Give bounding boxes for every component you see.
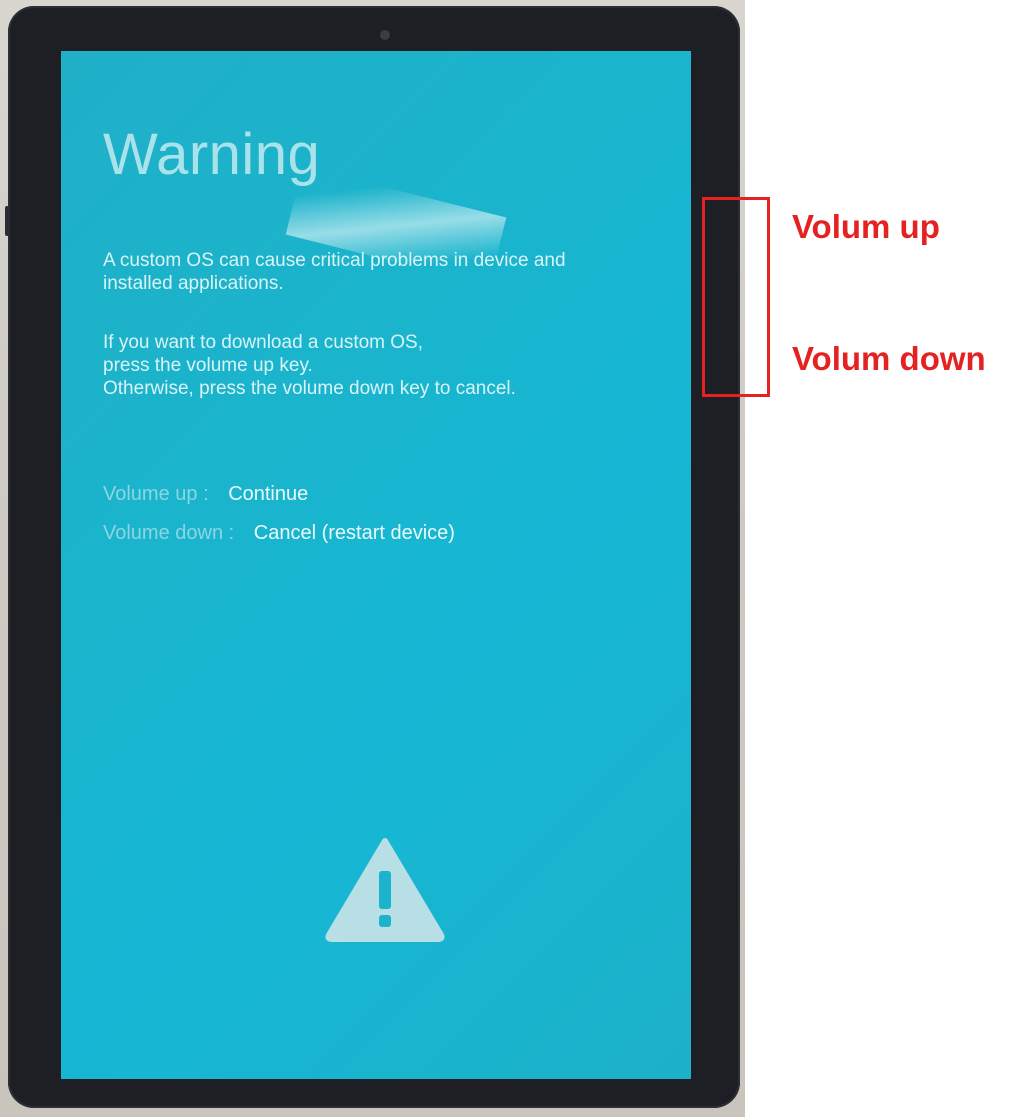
warning-message: A custom OS can cause critical problems … (103, 250, 566, 294)
page-title: Warning (103, 122, 321, 187)
option-key-label: Volume up : (103, 483, 209, 505)
option-cancel[interactable]: Cancel (restart device) (254, 522, 455, 544)
volume-up-annotation: Volum up (792, 208, 940, 245)
side-edge-top (5, 206, 9, 236)
photo-stage: Warning A custom OS can cause critical p… (0, 0, 1021, 1117)
volume-keys-highlight (702, 197, 770, 397)
warning-triangle-icon (325, 838, 445, 942)
option-volume-up[interactable]: Volume up : Continue (103, 481, 308, 507)
option-continue[interactable]: Continue (228, 483, 308, 505)
warning-screen: Warning A custom OS can cause critical p… (61, 51, 691, 1079)
option-volume-down[interactable]: Volume down : Cancel (restart device) (103, 520, 455, 546)
tablet-device: Warning A custom OS can cause critical p… (5, 6, 740, 1108)
volume-down-annotation: Volum down (792, 340, 986, 377)
option-key-label: Volume down : (103, 522, 235, 544)
instruction-message: If you want to download a custom OS, pre… (103, 332, 516, 399)
front-camera (380, 30, 390, 40)
